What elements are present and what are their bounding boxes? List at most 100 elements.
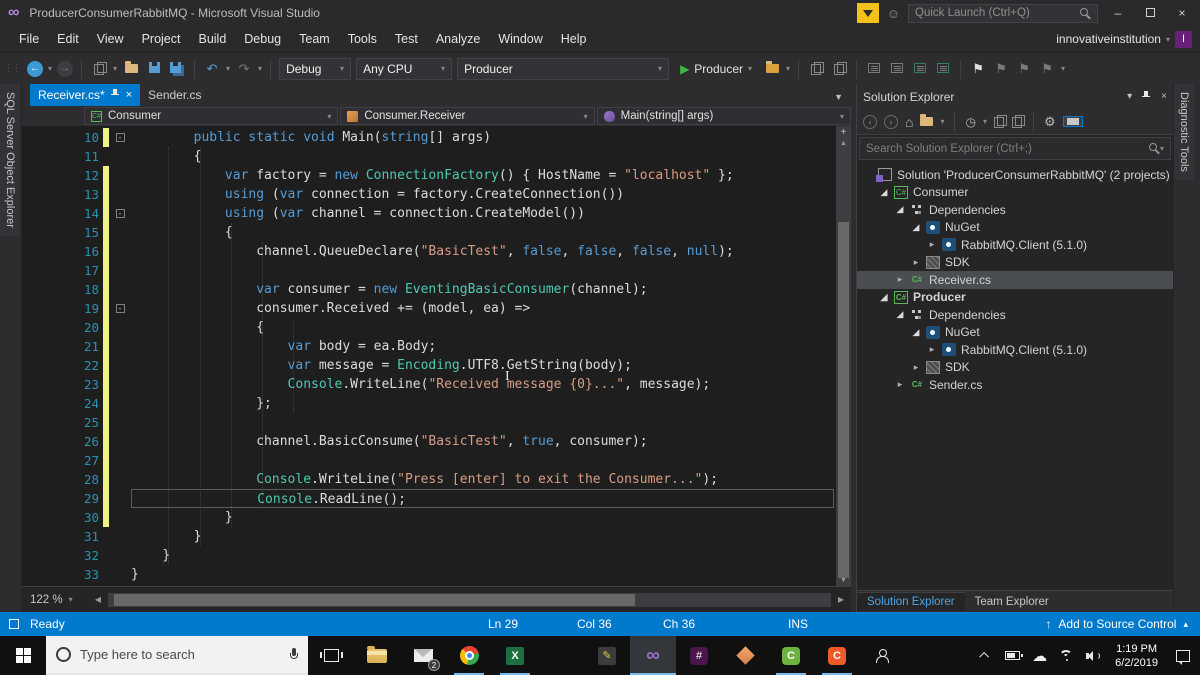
decrease-indent-icon[interactable] (865, 61, 883, 76)
code-line-14[interactable]: 14 - using (var channel = connection.Crea… (22, 204, 851, 223)
save-all-button[interactable] (168, 61, 186, 76)
onedrive-cloud-icon[interactable]: ☁ (1026, 636, 1053, 675)
code-line-23[interactable]: 23 Console.WriteLine("Received message {… (22, 375, 851, 394)
undo-button[interactable]: ↶ (203, 61, 221, 77)
chevron-down-icon[interactable]: ▾ (786, 64, 790, 73)
open-file-button[interactable] (122, 61, 140, 76)
code-line-20[interactable]: 20 { (22, 318, 851, 337)
document-tab-sendercs[interactable]: Sender.cs (140, 84, 209, 106)
code-text[interactable]: public static void Main(string[] args) (131, 128, 851, 147)
platform-dropdown[interactable]: Any CPU ▾ (356, 57, 453, 80)
code-text[interactable]: { (131, 318, 851, 337)
close-button[interactable]: × (1170, 6, 1194, 20)
code-text[interactable]: channel.QueueDeclare("BasicTest", false,… (131, 242, 851, 261)
forward-icon[interactable]: › (884, 114, 898, 129)
scroll-left-icon[interactable]: ◀ (92, 595, 104, 604)
tree-item-dependencies[interactable]: ◢ Dependencies (857, 201, 1173, 219)
file-explorer-button[interactable] (354, 636, 400, 675)
tree-item-consumer[interactable]: ◢ C# Consumer (857, 184, 1173, 202)
increase-indent-icon[interactable] (888, 61, 906, 76)
code-line-29[interactable]: 29 Console.ReadLine(); (22, 489, 851, 508)
code-line-32[interactable]: 32 } (22, 546, 851, 565)
chevron-down-icon[interactable]: ▾ (226, 64, 230, 73)
home-icon[interactable]: ⌂ (905, 114, 913, 130)
minimize-button[interactable]: – (1106, 6, 1130, 20)
slack-button[interactable]: # (676, 636, 722, 675)
toolbar-drag-handle[interactable]: ⋮⋮ (4, 63, 21, 74)
show-all-files-button[interactable] (1062, 116, 1083, 127)
horizontal-scrollbar-thumb[interactable] (114, 593, 635, 606)
save-button[interactable] (145, 61, 163, 76)
zoom-level-dropdown[interactable]: 122 % ▾ (26, 594, 88, 606)
expander-icon[interactable]: ◢ (911, 327, 921, 338)
restore-button[interactable] (1138, 6, 1162, 20)
code-line-33[interactable]: 33} (22, 565, 851, 584)
menu-item-file[interactable]: File (10, 28, 48, 50)
pending-changes-filter-icon[interactable]: ◷ (965, 115, 975, 129)
menu-item-build[interactable]: Build (189, 28, 235, 50)
chevron-down-icon[interactable]: ▾ (1061, 64, 1065, 73)
chevron-down-icon[interactable]: ▾ (983, 117, 987, 126)
code-line-18[interactable]: 18 var consumer = new EventingBasicConsu… (22, 280, 851, 299)
visual-studio-button[interactable]: ∞ (630, 636, 676, 675)
document-list-dropdown-icon[interactable]: ▼ (834, 92, 843, 102)
code-line-30[interactable]: 30 } (22, 508, 851, 527)
code-text[interactable]: { (131, 147, 851, 166)
fold-margin[interactable]: - (109, 304, 131, 313)
back-icon[interactable]: ‹ (863, 114, 877, 129)
code-line-26[interactable]: 26 channel.BasicConsume("BasicTest", tru… (22, 432, 851, 451)
navigate-forward-button[interactable]: → (57, 60, 74, 77)
close-icon[interactable]: × (1161, 91, 1167, 102)
chrome-button[interactable] (446, 636, 492, 675)
bookmark-icon[interactable]: ⚑ (969, 61, 987, 77)
expander-icon[interactable]: ◢ (895, 309, 905, 320)
chevron-down-icon[interactable]: ▾ (48, 64, 52, 73)
code-line-11[interactable]: 11 { (22, 147, 851, 166)
code-line-28[interactable]: 28 Console.WriteLine("Press [enter] to e… (22, 470, 851, 489)
vertical-scrollbar[interactable]: + ▲ ▼ (836, 126, 851, 586)
status-column[interactable]: Col 36 (577, 617, 612, 631)
wifi-icon[interactable] (1053, 636, 1080, 675)
account-widget[interactable]: innovativeinstitution ▾ I (1056, 30, 1192, 48)
code-text[interactable]: }; (131, 394, 851, 413)
navigate-back-button[interactable]: ← (27, 60, 43, 77)
taskbar-clock[interactable]: 1:19 PM 6/2/2019 (1107, 642, 1166, 670)
code-text[interactable]: var consumer = new EventingBasicConsumer… (131, 280, 851, 299)
code-text[interactable]: var message = Encoding.UTF8.GetString(bo… (131, 356, 851, 375)
feedback-filter-icon[interactable] (856, 3, 879, 23)
menu-item-analyze[interactable]: Analyze (427, 28, 489, 50)
expander-icon[interactable]: ◢ (879, 187, 889, 198)
send-feedback-icon[interactable]: ☺ (887, 6, 900, 21)
package-app-button[interactable] (722, 636, 768, 675)
comment-icon[interactable] (911, 61, 929, 76)
status-insert-mode[interactable]: INS (788, 617, 808, 631)
fold-margin[interactable]: - (109, 209, 131, 218)
volume-icon[interactable] (1080, 636, 1107, 675)
configuration-dropdown[interactable]: Debug ▾ (279, 57, 352, 80)
scroll-right-icon[interactable]: ▶ (835, 595, 847, 604)
menu-item-test[interactable]: Test (386, 28, 427, 50)
chevron-down-icon[interactable]: ▾ (940, 117, 944, 126)
sql-server-object-explorer-tab[interactable]: SQL Server Object Explorer (0, 84, 20, 236)
code-text[interactable]: channel.BasicConsume("BasicTest", true, … (131, 432, 851, 451)
document-tab-receivercs[interactable]: Receiver.cs* × (30, 84, 141, 106)
nav-dropdown-csharp-project[interactable]: C# Consumer ▾ (84, 107, 339, 125)
expander-icon[interactable]: ▸ (895, 379, 905, 390)
task-view-button[interactable] (308, 636, 354, 675)
quick-launch-input[interactable]: Quick Launch (Ctrl+Q) (908, 3, 1098, 23)
code-line-12[interactable]: 12 var factory = new ConnectionFactory()… (22, 166, 851, 185)
people-button[interactable] (860, 636, 906, 675)
collapse-icon[interactable]: - (115, 209, 125, 218)
expander-icon[interactable]: ◢ (911, 222, 921, 233)
menu-item-view[interactable]: View (88, 28, 133, 50)
mail-button[interactable]: 2 (400, 636, 446, 675)
code-line-24[interactable]: 24 }; (22, 394, 851, 413)
menu-item-project[interactable]: Project (133, 28, 190, 50)
status-line[interactable]: Ln 29 (488, 617, 518, 631)
tree-item-nuget[interactable]: ◢ NuGet (857, 324, 1173, 342)
code-text[interactable] (131, 451, 851, 470)
expander-icon[interactable]: ▸ (895, 274, 905, 285)
code-text[interactable]: Console.WriteLine("Press [enter] to exit… (131, 470, 851, 489)
scroll-up-icon[interactable]: ▲ (836, 140, 851, 147)
chevron-down-icon[interactable]: ▾ (258, 64, 262, 73)
